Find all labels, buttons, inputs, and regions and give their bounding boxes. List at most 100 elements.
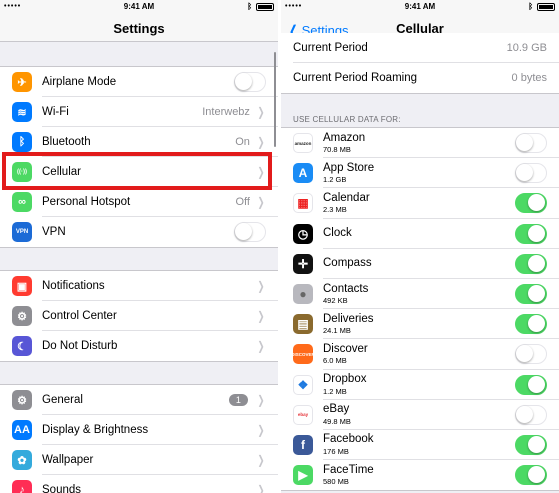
facebook-icon: f: [293, 434, 313, 455]
app-name: Amazon: [323, 131, 366, 144]
chevron-right-icon: ❯: [257, 195, 265, 209]
app-info: Discover 6.0 MB: [323, 342, 515, 366]
contacts-icon: ●: [293, 284, 313, 305]
app-row-dropbox[interactable]: ❖ Dropbox 1.2 MB: [281, 370, 559, 400]
bluetooth-icon: ᛒ: [12, 132, 32, 152]
settings-row-value: Off: [235, 196, 250, 208]
app-info: Clock: [323, 227, 515, 240]
app-row-amazon[interactable]: amazon Amazon 70.8 MB: [281, 128, 559, 159]
notifications-icon: ▣: [12, 276, 32, 296]
app-name: Discover: [323, 342, 368, 355]
settings-row-airplane-mode[interactable]: ✈ Airplane Mode: [0, 67, 278, 97]
display-icon: AA: [12, 420, 32, 440]
settings-row-label: Bluetooth: [42, 136, 91, 148]
settings-row-control-center[interactable]: ⚙ Control Center ❯: [0, 301, 278, 331]
cellular-data-toggle[interactable]: [515, 374, 547, 395]
cellular-data-toggle[interactable]: [515, 434, 547, 455]
settings-row-general[interactable]: ⚙ General 1 ❯: [0, 385, 278, 415]
cellular-data-toggle[interactable]: [515, 344, 547, 365]
settings-row-personal-hotspot[interactable]: ∞ Personal Hotspot Off ❯: [0, 187, 278, 217]
settings-row-label: Sounds: [42, 484, 82, 493]
cellular-data-toggle[interactable]: [515, 465, 547, 486]
settings-row-label: Do Not Disturb: [42, 340, 118, 352]
app-name: App Store: [323, 161, 375, 174]
app-data-size: 580 MB: [323, 477, 349, 487]
app-data-size: 6.0 MB: [323, 356, 347, 366]
compass-icon: ✛: [293, 253, 313, 274]
app-name: Contacts: [323, 282, 369, 295]
bluetooth-status-icon: ᛒ: [528, 2, 533, 11]
app-row-app-store[interactable]: A App Store 1.2 GB: [281, 158, 559, 189]
cellular-data-toggle[interactable]: [515, 193, 547, 214]
settings-row-label: Wi-Fi: [42, 106, 69, 118]
app-name: Dropbox: [323, 373, 367, 386]
vpn-icon: VPN: [12, 222, 32, 242]
app-row-facebook[interactable]: f Facebook 176 MB: [281, 430, 559, 461]
deliveries-icon: ▤: [293, 314, 313, 335]
settings-row-display-brightness[interactable]: AA Display & Brightness ❯: [0, 415, 278, 445]
ebay-icon: ebay: [293, 404, 313, 425]
general-group: ⚙ General 1 ❯ AA Display & Brightness ❯ ✿ Wallpa…: [0, 384, 278, 493]
section-header: USE CELLULAR DATA FOR:: [293, 115, 401, 124]
settings-row-vpn[interactable]: VPN VPN: [0, 217, 278, 247]
app-row-calendar[interactable]: ▦ Calendar 2.3 MB: [281, 188, 559, 219]
vpn-toggle[interactable]: [234, 222, 266, 242]
app-row-clock[interactable]: ◷ Clock: [281, 219, 559, 249]
app-list: amazon Amazon 70.8 MB A App Store 1.2 GB ▦ Cale…: [281, 127, 559, 492]
settings-row-wi-fi[interactable]: ≋ Wi-Fi Interwebz ❯: [0, 97, 278, 127]
app-name: FaceTime: [323, 463, 374, 476]
status-time: 9:41 AM: [123, 2, 155, 11]
settings-row-label: Wallpaper: [42, 454, 94, 466]
settings-row-label: Notifications: [42, 280, 105, 292]
settings-row-wallpaper[interactable]: ✿ Wallpaper ❯: [0, 445, 278, 475]
settings-row-notifications[interactable]: ▣ Notifications ❯: [0, 271, 278, 301]
app-info: Calendar 2.3 MB: [323, 191, 515, 215]
app-data-size: 176 MB: [323, 446, 349, 456]
cellular-data-toggle[interactable]: [515, 163, 547, 184]
settings-row-value: Interwebz: [202, 106, 250, 118]
chevron-right-icon: ❯: [257, 339, 265, 353]
control-center-icon: ⚙: [12, 306, 32, 326]
app-row-facetime[interactable]: ▶ FaceTime 580 MB: [281, 460, 559, 490]
app-name: Deliveries: [323, 312, 374, 325]
app-row-contacts[interactable]: ● Contacts 492 KB: [281, 279, 559, 310]
app-data-size: 1.2 MB: [323, 386, 347, 396]
app-name: Calendar: [323, 191, 370, 204]
cellular-screen: ••••• 9:41 AM ᛒ ❮ Settings Cellular Curre…: [281, 0, 559, 493]
settings-row-sounds[interactable]: ♪ Sounds ❯: [0, 475, 278, 493]
cellular-data-toggle[interactable]: [515, 223, 547, 244]
settings-row-label: Display & Brightness: [42, 424, 149, 436]
chevron-right-icon: ❯: [257, 423, 265, 437]
app-row-deliveries[interactable]: ▤ Deliveries 24.1 MB: [281, 309, 559, 340]
hotspot-icon: ∞: [12, 192, 32, 212]
usage-value: 0 bytes: [511, 72, 547, 84]
cellular-data-toggle[interactable]: [515, 253, 547, 274]
app-row-ebay[interactable]: ebay eBay 49.8 MB: [281, 400, 559, 430]
navigation-bar: Settings: [0, 14, 278, 42]
app-row-discover[interactable]: DISCOVER Discover 6.0 MB: [281, 339, 559, 370]
scrollbar[interactable]: [274, 52, 276, 147]
facetime-icon: ▶: [293, 465, 313, 486]
chevron-right-icon: ❯: [257, 453, 265, 467]
settings-row-do-not-disturb[interactable]: ☾ Do Not Disturb ❯: [0, 331, 278, 361]
cellular-data-toggle[interactable]: [515, 284, 547, 305]
app-row-compass[interactable]: ✛ Compass: [281, 249, 559, 279]
app-info: Compass: [323, 258, 515, 270]
airplane-mode-toggle[interactable]: [234, 72, 266, 92]
moon-icon: ☾: [12, 336, 32, 356]
app-name: Compass: [323, 257, 372, 270]
cellular-highlight-box: [2, 152, 272, 190]
app-data-size: 2.3 MB: [323, 205, 347, 215]
cellular-data-toggle[interactable]: [515, 404, 547, 425]
cellular-data-toggle[interactable]: [515, 314, 547, 335]
usage-group: Current Period 10.9 GB Current Period Roam…: [281, 33, 559, 94]
status-time: 9:41 AM: [404, 2, 436, 11]
wallpaper-icon: ✿: [12, 450, 32, 470]
app-data-size: 1.2 GB: [323, 175, 347, 185]
chevron-right-icon: ❯: [257, 309, 265, 323]
cellular-data-toggle[interactable]: [515, 133, 547, 154]
app-info: Deliveries 24.1 MB: [323, 312, 515, 335]
usage-label: Current Period: [293, 42, 368, 54]
amazon-icon: amazon: [293, 133, 313, 154]
app-name: eBay: [323, 403, 350, 416]
